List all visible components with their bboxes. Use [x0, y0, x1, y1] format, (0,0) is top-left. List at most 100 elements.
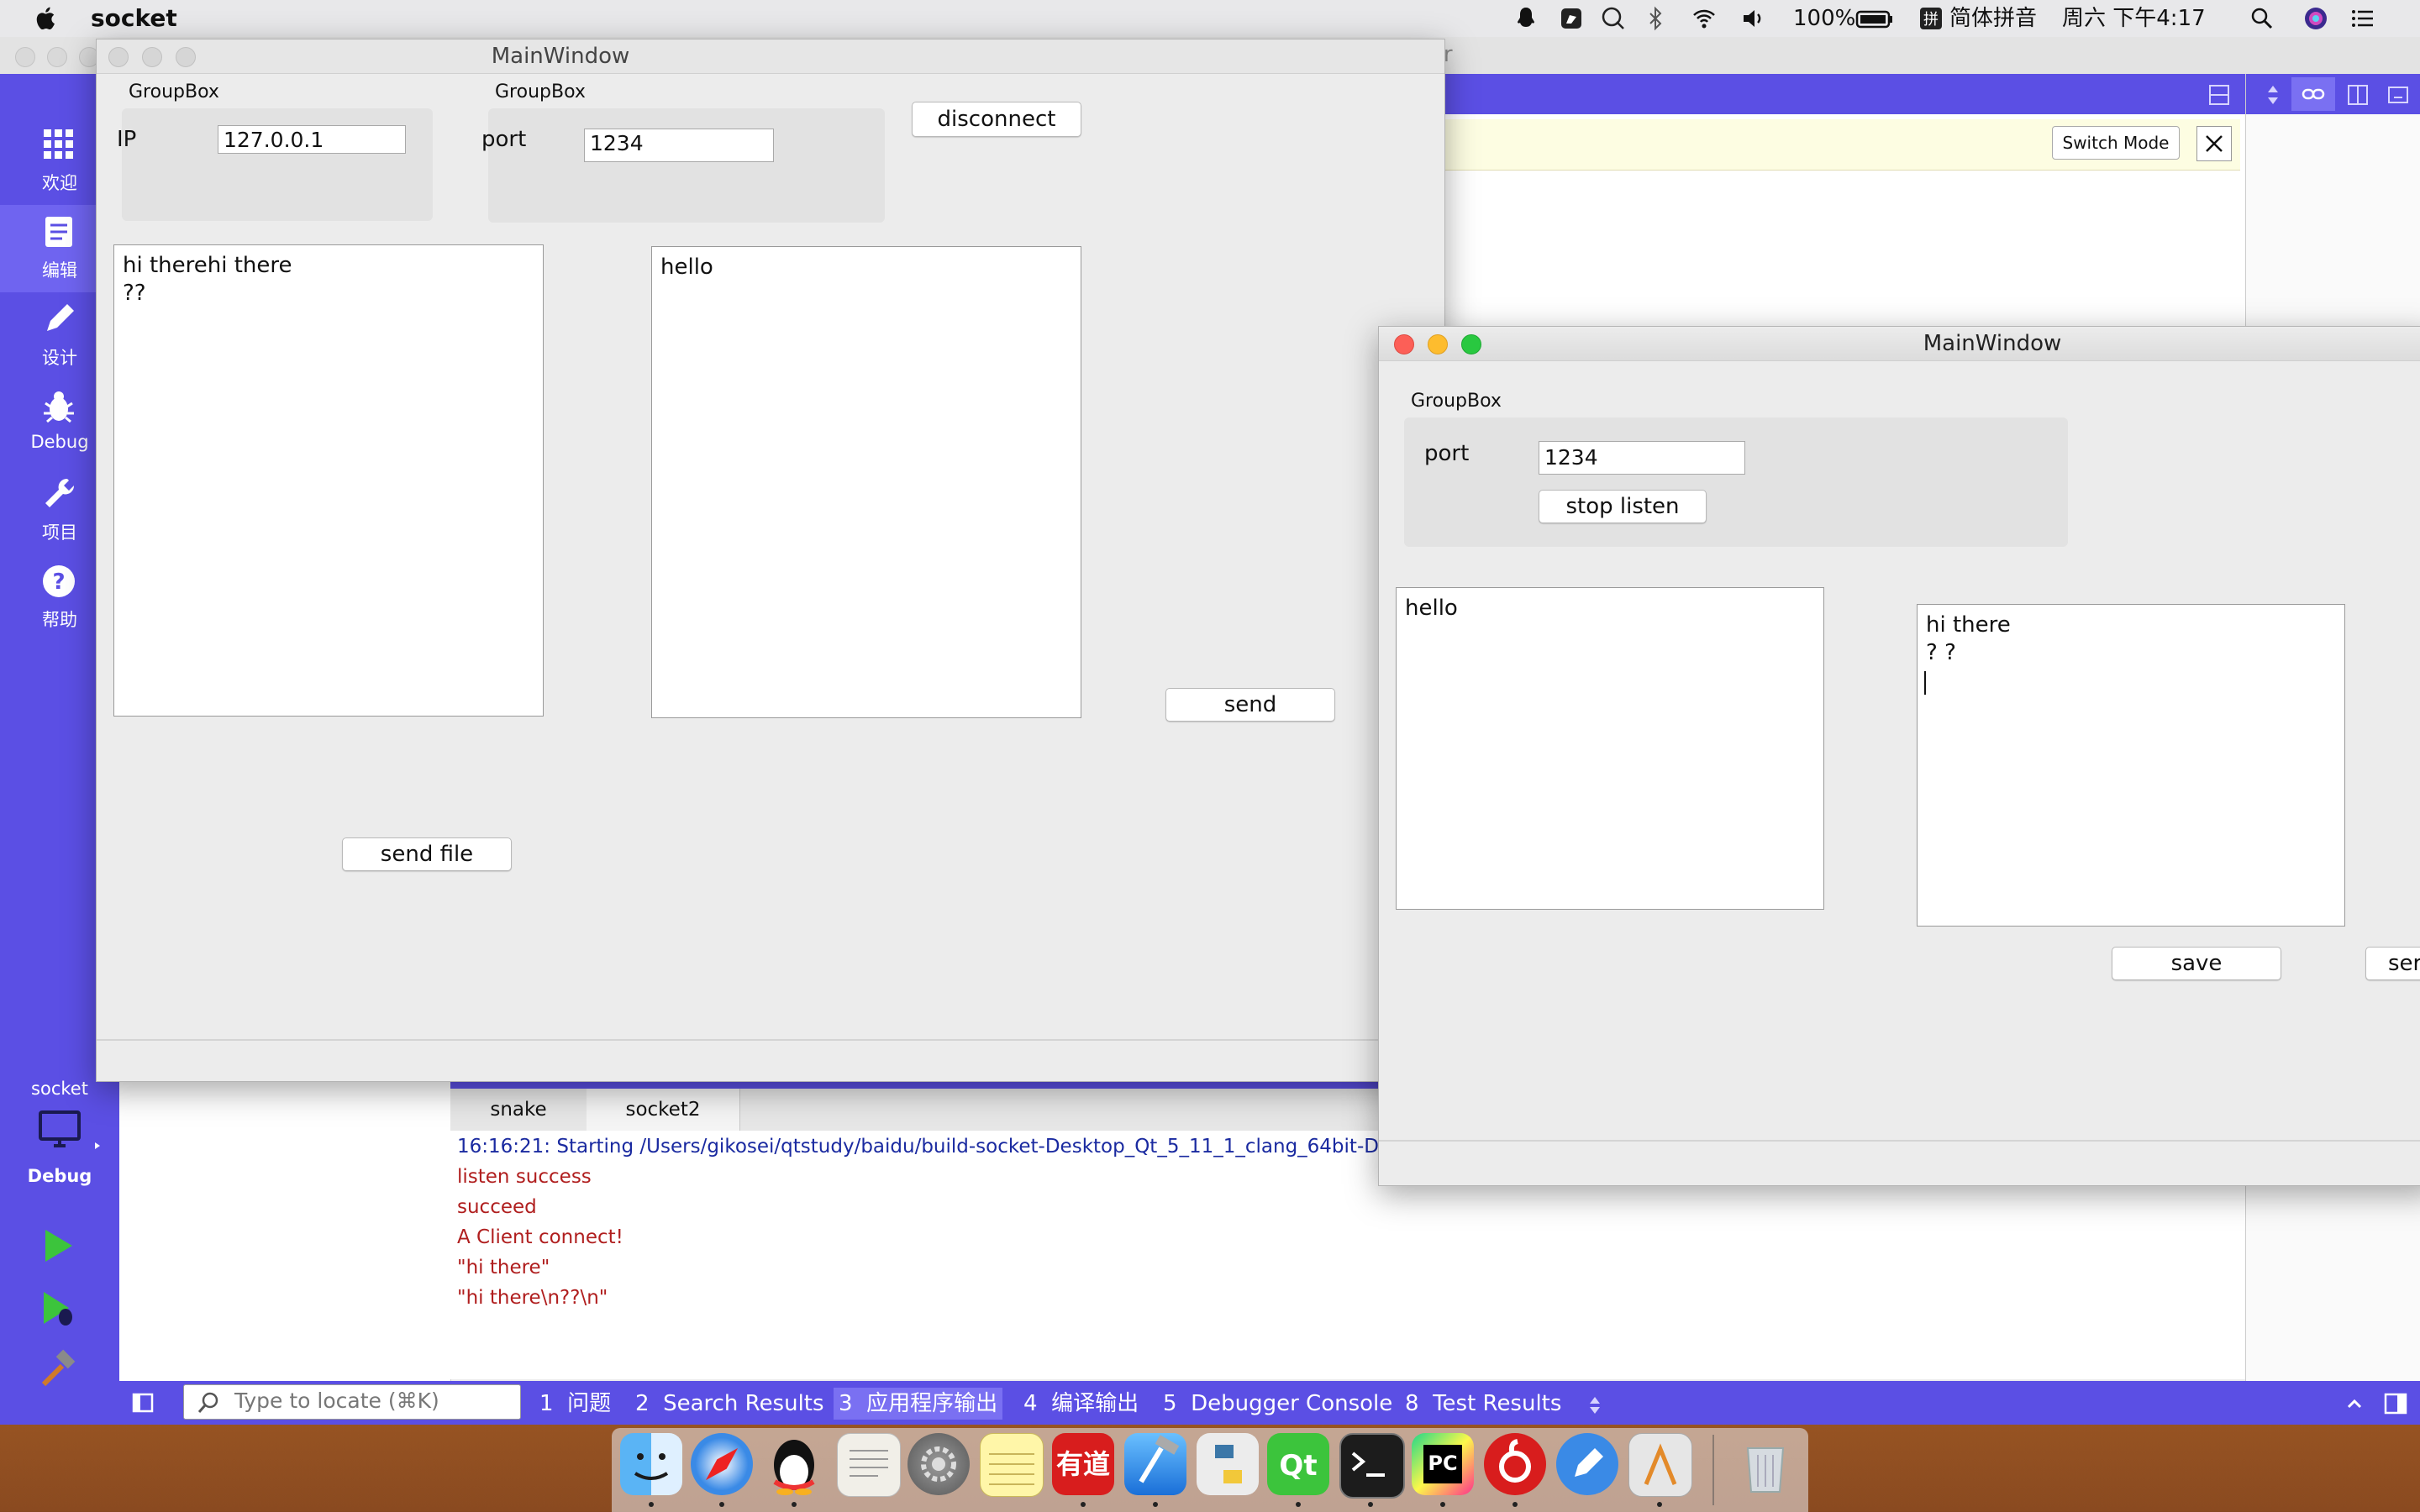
- document-icon: [45, 217, 72, 247]
- running-indicator: [1512, 1502, 1518, 1507]
- received-messages-textedit[interactable]: hello: [1396, 587, 1824, 910]
- send-button[interactable]: send: [1165, 688, 1335, 722]
- port-input[interactable]: 1234: [584, 129, 774, 162]
- safari-icon[interactable]: [691, 1433, 753, 1495]
- ip-input[interactable]: 127.0.0.1: [218, 125, 406, 154]
- port-label: port: [1424, 441, 1470, 466]
- running-indicator: [1296, 1502, 1301, 1507]
- output-line: succeed: [457, 1196, 537, 1218]
- textedit-icon[interactable]: [837, 1433, 901, 1497]
- pane-test-results[interactable]: 8 Test Results: [1405, 1388, 1561, 1420]
- xcode-icon[interactable]: [1124, 1433, 1186, 1495]
- pane-search-results[interactable]: 2 Search Results: [635, 1388, 824, 1420]
- kit-build-config: Debug: [27, 1166, 92, 1186]
- close-split-icon[interactable]: [2386, 82, 2411, 108]
- split-icon[interactable]: [2207, 82, 2232, 108]
- run-icon[interactable]: [37, 1225, 79, 1267]
- output-line: "hi there\n??\n": [457, 1287, 608, 1309]
- pane-label: 编译输出: [1051, 1391, 1139, 1416]
- sort-arrows-icon[interactable]: [2263, 84, 2283, 106]
- split-horizontal-icon[interactable]: [2345, 82, 2370, 108]
- bluetooth-icon[interactable]: [1642, 5, 1669, 32]
- port-input[interactable]: 1234: [1539, 441, 1745, 475]
- pycharm-icon[interactable]: PC: [1412, 1433, 1474, 1495]
- debug-run-icon[interactable]: [37, 1287, 79, 1329]
- search-icon: [197, 1392, 218, 1413]
- youdao-dict-icon[interactable]: 有道: [1052, 1433, 1114, 1495]
- finder-icon[interactable]: [620, 1433, 682, 1495]
- locator-input[interactable]: Type to locate (⌘K): [183, 1384, 521, 1420]
- chat-bubble-icon[interactable]: [1600, 5, 1627, 32]
- pane-label: Test Results: [1433, 1391, 1562, 1416]
- send-message-textedit[interactable]: hello: [651, 246, 1081, 718]
- disconnect-button[interactable]: disconnect: [912, 102, 1081, 137]
- stop-listen-button[interactable]: stop listen: [1539, 490, 1707, 523]
- dock-separator: [1712, 1435, 1714, 1505]
- input-method-icon[interactable]: 拼: [1918, 5, 1944, 32]
- link-toggle[interactable]: [2291, 77, 2335, 111]
- link-icon: [2302, 88, 2325, 100]
- send-file-button[interactable]: send file: [342, 837, 512, 871]
- python-launcher-icon[interactable]: [1197, 1433, 1259, 1495]
- toggle-right-sidebar-icon[interactable]: [2383, 1391, 2408, 1416]
- kit-selector-panel: socket Debug: [0, 1067, 119, 1387]
- monitor-icon[interactable]: [37, 1107, 82, 1152]
- qt-creator-icon[interactable]: Qt: [1267, 1433, 1329, 1495]
- output-side-panel: [119, 1089, 451, 1381]
- trash-icon[interactable]: [1734, 1433, 1797, 1495]
- build-hammer-icon[interactable]: [37, 1349, 79, 1391]
- wrench-icon: [45, 478, 75, 507]
- battery-icon[interactable]: [1855, 5, 1894, 32]
- pane-chooser-arrows-icon[interactable]: [1586, 1394, 1603, 1416]
- toggle-sidebar-icon[interactable]: [131, 1391, 155, 1415]
- status-divider: [1379, 1140, 2420, 1142]
- pane-issues[interactable]: 1 问题: [539, 1388, 611, 1420]
- client-main-window: MainWindow GroupBox IP 127.0.0.1 GroupBo…: [96, 39, 1445, 1082]
- feedback-icon[interactable]: [1556, 1433, 1618, 1495]
- pane-application-output[interactable]: 3 应用程序输出: [834, 1388, 1003, 1420]
- output-tab-socket2[interactable]: socket2: [587, 1089, 740, 1131]
- running-indicator: [1657, 1502, 1662, 1507]
- send-message-textedit[interactable]: hi there ? ?: [1917, 604, 2345, 927]
- spotlight-search-icon[interactable]: [2249, 5, 2275, 32]
- notification-center-icon[interactable]: [2349, 5, 2376, 32]
- terminal-icon[interactable]: [1339, 1433, 1405, 1499]
- status-divider: [97, 1039, 1444, 1041]
- save-button[interactable]: save: [2112, 947, 2281, 980]
- server-main-window: MainWindow GroupBox port 1234 stop liste…: [1378, 326, 2420, 1186]
- right-panel-toolbar: [2246, 74, 2420, 114]
- app-name[interactable]: socket: [91, 3, 177, 34]
- running-indicator: [792, 1502, 797, 1507]
- switch-mode-button[interactable]: Switch Mode: [2052, 126, 2180, 160]
- system-preferences-icon[interactable]: [908, 1433, 970, 1495]
- received-messages-textedit[interactable]: hi therehi there ??: [113, 244, 544, 717]
- caret-right-icon: [95, 1142, 100, 1149]
- qq-icon[interactable]: [763, 1433, 825, 1495]
- send-button[interactable]: ser: [2365, 947, 2420, 980]
- running-indicator: [1081, 1502, 1086, 1507]
- pane-number: 2: [635, 1391, 650, 1416]
- evernote-icon[interactable]: [1558, 5, 1585, 32]
- volume-icon[interactable]: [1739, 5, 1766, 32]
- menubar: socket 100% 拼 简体拼音 周六 下午4:17: [0, 0, 2420, 38]
- qq-status-icon[interactable]: [1512, 5, 1539, 32]
- notes-icon[interactable]: [980, 1433, 1044, 1497]
- netease-music-icon[interactable]: [1484, 1433, 1546, 1495]
- pane-debugger-console[interactable]: 5 Debugger Console: [1163, 1388, 1392, 1420]
- pane-compile-output[interactable]: 4 编译输出: [1023, 1388, 1139, 1420]
- close-info-bar-button[interactable]: [2196, 126, 2232, 161]
- pane-number: 8: [1405, 1391, 1419, 1416]
- output-line: 16:16:21: Starting /Users/gikosei/qtstud…: [457, 1136, 1392, 1158]
- battery-percent: 100%: [1793, 6, 1856, 31]
- output-tab-snake[interactable]: snake: [450, 1089, 587, 1131]
- groupbox-title: GroupBox: [495, 81, 586, 102]
- input-method-label[interactable]: 简体拼音: [1949, 3, 2037, 34]
- wifi-icon[interactable]: [1691, 5, 1718, 32]
- preview-icon[interactable]: [1628, 1433, 1692, 1497]
- siri-icon[interactable]: [2302, 5, 2329, 32]
- running-indicator: [649, 1502, 654, 1507]
- menubar-clock[interactable]: 周六 下午4:17: [2062, 3, 2206, 34]
- apple-icon[interactable]: [32, 3, 60, 34]
- chevron-up-icon[interactable]: [2344, 1394, 2365, 1415]
- svg-text:有道: 有道: [1056, 1448, 1110, 1480]
